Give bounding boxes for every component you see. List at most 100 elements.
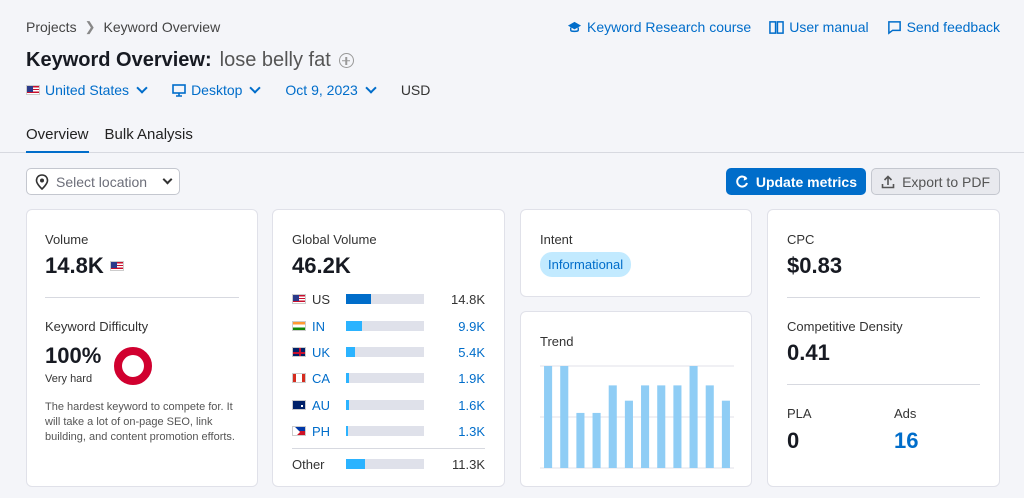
chevron-down-icon (136, 82, 148, 94)
send-feedback-link[interactable]: Send feedback (887, 19, 1000, 35)
export-pdf-label: Export to PDF (902, 173, 990, 190)
device-dropdown[interactable]: Desktop (172, 82, 262, 98)
trend-bar (689, 366, 698, 468)
ads-value[interactable]: 16 (894, 428, 918, 454)
location-pin-icon (35, 173, 49, 190)
trend-bar (657, 385, 666, 468)
country-dropdown[interactable]: United States (26, 82, 148, 98)
intent-label: Intent (540, 232, 573, 247)
trend-bar (721, 400, 730, 468)
country-code: PH (312, 423, 331, 439)
keyword-research-course-link[interactable]: Keyword Research course (567, 19, 751, 35)
country-code: CA (312, 370, 331, 386)
trend-card: Trend (520, 311, 752, 487)
breadcrumb: Projects ❯ Keyword Overview (26, 19, 220, 35)
trend-bar (560, 366, 569, 468)
us-flag-icon (26, 85, 40, 95)
chevron-down-icon (365, 82, 377, 94)
country-row-in[interactable]: IN 9.9K (292, 318, 485, 334)
trend-label: Trend (540, 334, 574, 349)
country-row-ph[interactable]: PH 1.3K (292, 423, 485, 439)
export-pdf-button[interactable]: Export to PDF (871, 168, 1000, 195)
chevron-right-icon: ❯ (84, 19, 96, 34)
update-metrics-label: Update metrics (755, 173, 857, 190)
country-code: AU (312, 397, 331, 413)
country-row-other: Other 11.3K (292, 456, 485, 472)
trend-bar (705, 385, 714, 468)
country-volume: 1.3K (458, 423, 485, 439)
select-location-placeholder: Select location (56, 173, 148, 190)
pla-value: 0 (787, 428, 800, 453)
user-manual-label: User manual (789, 19, 869, 35)
date-dropdown[interactable]: Oct 9, 2023 (285, 82, 377, 98)
pla-label: PLA (787, 406, 812, 421)
country-share-bar (346, 373, 424, 383)
country-row-us[interactable]: US 14.8K (292, 291, 485, 307)
country-volume: 5.4K (458, 344, 485, 360)
tab-bulk-analysis[interactable]: Bulk Analysis (105, 126, 193, 153)
global-volume-value: 46.2K (292, 253, 351, 278)
country-volume: 9.9K (458, 318, 485, 334)
country-share-bar (346, 347, 424, 357)
divider (45, 297, 239, 298)
country-row-ca[interactable]: CA 1.9K (292, 370, 485, 386)
volume-value: 14.8K (45, 253, 104, 278)
india-flag-icon (292, 321, 306, 331)
cpc-card: CPC $0.83 Competitive Density 0.41 PLA 0… (767, 209, 1000, 487)
trend-bar (641, 385, 650, 468)
tab-overview[interactable]: Overview (26, 126, 89, 153)
country-row-au[interactable]: AU 1.6K (292, 397, 485, 413)
title-prefix: Keyword Overview: (26, 49, 212, 71)
refresh-icon (736, 175, 748, 187)
volume-value-row: 14.8K (45, 253, 124, 279)
kd-label: Keyword Difficulty (45, 319, 149, 334)
top-links: Keyword Research course User manual Send… (567, 19, 1000, 35)
country-share-bar (346, 426, 424, 436)
canada-flag-icon (292, 373, 306, 383)
kd-ring (114, 347, 152, 385)
chevron-down-icon (249, 82, 262, 94)
device-label: Desktop (191, 82, 243, 98)
ads-label: Ads (894, 406, 917, 421)
chevron-down-icon (162, 174, 173, 185)
update-metrics-button[interactable]: Update metrics (725, 168, 866, 195)
other-volume: 11.3K (451, 456, 485, 472)
country-label: United States (45, 82, 130, 98)
competitive-density-label: Competitive Density (787, 319, 903, 334)
philippines-flag-icon (292, 426, 306, 436)
trend-bar (624, 400, 633, 468)
global-volume-label: Global Volume (292, 232, 377, 247)
country-share-bar (346, 294, 424, 304)
breadcrumb-projects[interactable]: Projects (26, 19, 77, 35)
other-label: Other (292, 456, 325, 472)
us-flag-icon (292, 294, 306, 304)
user-manual-link[interactable]: User manual (769, 19, 869, 35)
tabs: Overview Bulk Analysis (26, 126, 193, 153)
page-header: Projects ❯ Keyword Overview Keyword Rese… (0, 0, 1024, 153)
trend-bar (592, 412, 601, 468)
volume-label: Volume (45, 232, 89, 247)
select-location-dropdown[interactable]: Select location (26, 168, 180, 195)
upload-icon (881, 174, 895, 188)
trend-bar (673, 385, 682, 468)
intent-badge: Informational (540, 252, 632, 277)
country-volume: 1.6K (458, 397, 485, 413)
desktop-icon (172, 83, 186, 97)
divider (787, 384, 980, 385)
trend-chart (540, 365, 734, 469)
add-keyword-icon[interactable] (338, 53, 354, 68)
keyword-research-course-label: Keyword Research course (587, 19, 752, 35)
country-code: US (312, 291, 331, 307)
country-share-bar (346, 321, 424, 331)
australia-flag-icon (292, 400, 306, 410)
kd-description: The hardest keyword to compete for. It w… (45, 401, 235, 443)
trend-bar (576, 412, 585, 468)
title-keyword: lose belly fat (219, 49, 331, 71)
global-volume-card: Global Volume 46.2K US 14.8K IN 9.9K UK … (272, 209, 505, 487)
kd-value: 100% (45, 343, 102, 368)
filters-bar: United States Desktop Oct 9, 2023 USD (26, 82, 430, 98)
country-code: IN (312, 318, 325, 334)
volume-kd-card: Volume 14.8K Keyword Difficulty 100% Ver… (26, 209, 258, 487)
divider (787, 297, 980, 298)
country-row-uk[interactable]: UK 5.4K (292, 344, 485, 360)
